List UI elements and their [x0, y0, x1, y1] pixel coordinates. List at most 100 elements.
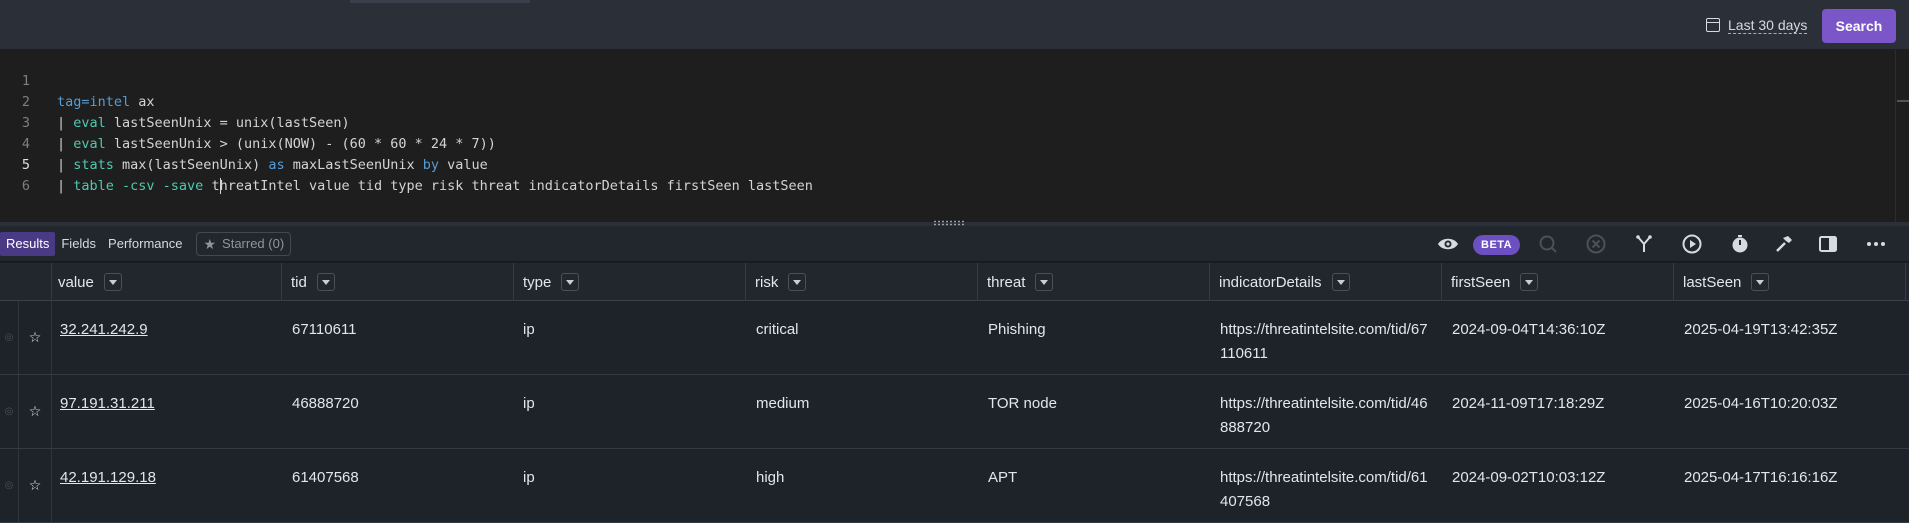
cell-last-seen: 2025-04-16T10:20:03Z [1684, 395, 1838, 412]
column-menu-icon[interactable] [103, 273, 122, 291]
cell-value[interactable]: 42.191.129.18 [60, 466, 156, 490]
calendar-icon [1706, 18, 1720, 32]
column-label: threat [987, 273, 1026, 291]
cell-type: ip [523, 321, 535, 338]
column-header-value[interactable]: value [49, 263, 282, 301]
column-menu-icon[interactable] [561, 273, 580, 291]
results-toolbar: Results Fields Performance ★ Starred (0)… [0, 226, 1909, 262]
cell-type: ip [523, 395, 535, 412]
scroll-marker [1897, 100, 1909, 102]
row-scan-icon[interactable]: ◎ [0, 301, 19, 374]
code-token: t [211, 178, 220, 194]
editor-line: 1 tag=intel ax [0, 50, 1890, 110]
cell-first-seen: 2024-09-04T14:36:10Z [1452, 321, 1606, 338]
code-command: table [73, 178, 114, 194]
more-icon[interactable] [1864, 232, 1888, 256]
cell-type: ip [523, 469, 535, 486]
cell-risk: critical [756, 321, 799, 338]
header-spacer [0, 263, 52, 301]
hammer-icon[interactable] [1772, 232, 1796, 256]
editor-line-active: 5 | table -csv -save threatIntel value t… [0, 134, 1890, 194]
eye-icon[interactable] [1436, 232, 1460, 256]
cell-threat: APT [988, 469, 1018, 486]
column-header-threat[interactable]: threat [978, 263, 1210, 301]
table-row[interactable]: ◎ ☆ 97.191.31.211 46888720 ip medium TOR… [0, 375, 1909, 449]
column-menu-icon[interactable] [788, 273, 807, 291]
tab-strip [350, 0, 530, 3]
row-scan-icon[interactable]: ◎ [0, 375, 19, 448]
editor-scrollbar[interactable] [1895, 50, 1909, 222]
column-header-tid[interactable]: tid [282, 263, 514, 301]
column-label: risk [755, 273, 779, 291]
code-token: hreatIntel value tid type risk threat in… [219, 178, 813, 194]
column-menu-icon[interactable] [316, 273, 335, 291]
table-header: value tid type risk threat indicatorDeta… [0, 263, 1909, 301]
timer-icon[interactable] [1728, 232, 1752, 256]
column-label: type [523, 273, 552, 291]
row-scan-icon[interactable]: ◎ [0, 449, 19, 522]
column-header-indicatordetails[interactable]: indicatorDetails [1210, 263, 1442, 301]
column-label: indicatorDetails [1219, 273, 1322, 291]
column-header-risk[interactable]: risk [746, 263, 978, 301]
cell-tid: 46888720 [292, 395, 359, 412]
tab-performance[interactable]: Performance [102, 232, 188, 256]
code-text: | table -csv -save threatIntel value tid… [57, 176, 813, 197]
column-menu-icon[interactable] [1751, 273, 1770, 291]
cell-indicator-details: https://threatintelsite.com/tid/67110611 [1220, 321, 1428, 362]
results-tabs: Results Fields Performance ★ Starred (0) [0, 232, 292, 256]
column-header-lastseen[interactable]: lastSeen [1674, 263, 1906, 301]
date-range-picker[interactable]: Last 30 days [1706, 14, 1808, 36]
column-label: lastSeen [1683, 273, 1742, 291]
star-icon[interactable]: ☆ [19, 375, 52, 448]
column-label: firstSeen [1451, 273, 1511, 291]
table-row[interactable]: ◎ ☆ 32.241.242.9 67110611 ip critical Ph… [0, 301, 1909, 375]
panel-toggle-icon[interactable] [1816, 232, 1840, 256]
query-editor[interactable]: 1 tag=intel ax 2 | eval lastSeenUnix = u… [0, 50, 1909, 222]
code-options: -csv -save [113, 178, 212, 194]
editor-line: 4 | stats max(lastSeenUnix) as maxLastSe… [0, 113, 1890, 173]
results-table: value tid type risk threat indicatorDeta… [0, 263, 1909, 523]
cell-last-seen: 2025-04-17T16:16:16Z [1684, 469, 1838, 486]
tab-results[interactable]: Results [0, 232, 56, 256]
star-icon: ★ [203, 236, 217, 252]
column-label: tid [291, 273, 307, 291]
disabled-scan-icon[interactable] [1536, 232, 1560, 256]
star-icon[interactable]: ☆ [19, 301, 52, 374]
cell-indicator-details: https://threatintelsite.com/tid/46888720 [1220, 395, 1428, 436]
search-button[interactable]: Search [1822, 9, 1896, 43]
top-bar: Last 30 days Search [0, 0, 1909, 50]
column-label: value [58, 273, 94, 291]
column-menu-icon[interactable] [1331, 273, 1350, 291]
cell-tid: 67110611 [292, 321, 357, 338]
tab-fields[interactable]: Fields [55, 232, 102, 256]
editor-line: 2 | eval lastSeenUnix = unix(lastSeen) [0, 71, 1890, 131]
cell-value[interactable]: 32.241.242.9 [60, 318, 148, 342]
cell-indicator-details: https://threatintelsite.com/tid/61407568 [1220, 469, 1428, 510]
cell-value[interactable]: 97.191.31.211 [60, 392, 155, 416]
table-row[interactable]: ◎ ☆ 42.191.129.18 61407568 ip high APT h… [0, 449, 1909, 523]
editor-line: 6 [0, 155, 1890, 194]
close-circle-icon[interactable] [1584, 232, 1608, 256]
cell-risk: medium [756, 395, 810, 412]
column-header-type[interactable]: type [514, 263, 746, 301]
code-pipe: | [57, 178, 74, 194]
tab-starred[interactable]: ★ Starred (0) [196, 232, 292, 256]
beta-badge: BETA [1473, 235, 1521, 255]
star-icon[interactable]: ☆ [19, 449, 52, 522]
cell-first-seen: 2024-11-09T17:18:29Z [1452, 395, 1605, 412]
cell-tid: 61407568 [292, 469, 359, 486]
editor-line: 3 | eval lastSeenUnix > (unix(NOW) - (60… [0, 92, 1890, 152]
date-range-label[interactable]: Last 30 days [1728, 17, 1808, 34]
play-icon[interactable] [1680, 232, 1704, 256]
tab-starred-label: Starred (0) [222, 236, 285, 251]
fork-icon[interactable] [1632, 232, 1656, 256]
cell-threat: TOR node [988, 395, 1057, 412]
cell-threat: Phishing [988, 321, 1046, 338]
column-header-firstseen[interactable]: firstSeen [1442, 263, 1674, 301]
line-number: 6 [21, 178, 30, 194]
cell-last-seen: 2025-04-19T13:42:35Z [1684, 321, 1838, 338]
column-menu-icon[interactable] [1035, 273, 1054, 291]
cell-first-seen: 2024-09-02T10:03:12Z [1452, 469, 1606, 486]
column-menu-icon[interactable] [1520, 273, 1539, 291]
cell-risk: high [756, 469, 785, 486]
